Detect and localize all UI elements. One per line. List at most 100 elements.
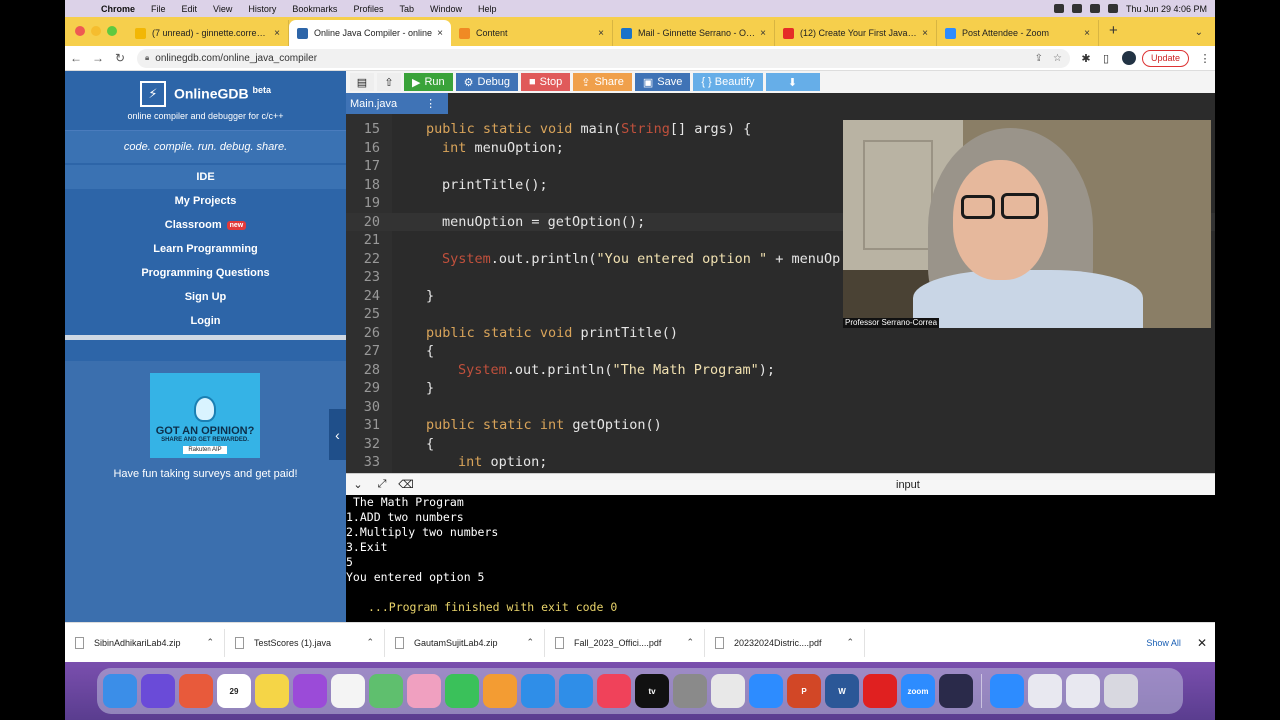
ad-banner[interactable]: GOT AN OPINION? SHARE AND GET REWARDED. … xyxy=(150,373,260,458)
reload-icon[interactable]: ↻ xyxy=(109,51,131,65)
omnibox[interactable]: 🔒︎ onlinegdb.com/online_java_compiler ⇪ … xyxy=(137,48,1070,68)
sidebar-item-ide[interactable]: IDE xyxy=(65,165,346,189)
close-shelf-icon[interactable]: ✕ xyxy=(1197,636,1215,650)
browser-tab[interactable]: Post Attendee - Zoom × xyxy=(937,20,1099,46)
close-tab-icon[interactable]: × xyxy=(1084,28,1090,39)
profile-avatar[interactable] xyxy=(1121,51,1136,65)
show-all-link[interactable]: Show All xyxy=(1130,638,1197,648)
brand-header[interactable]: ⚡︎ OnlineGDB beta online compiler and de… xyxy=(65,71,346,131)
close-tab-icon[interactable]: × xyxy=(274,28,280,39)
photos-icon[interactable] xyxy=(407,674,441,708)
zoom-meeting-icon[interactable] xyxy=(749,674,783,708)
appletv-icon[interactable]: tv xyxy=(635,674,669,708)
keynote-icon[interactable] xyxy=(521,674,555,708)
extensions-puzzle-icon[interactable]: ✱ xyxy=(1076,52,1096,65)
chevron-up-icon[interactable]: ⌃ xyxy=(846,637,854,648)
back-arrow-icon[interactable]: ← xyxy=(65,51,87,65)
share-page-icon[interactable]: ⇪ xyxy=(1035,53,1043,64)
notes-icon[interactable] xyxy=(255,674,289,708)
output-console[interactable]: The Math Program 1.ADD two numbers 2.Mul… xyxy=(346,495,1215,622)
menu-edit[interactable]: Edit xyxy=(174,4,206,14)
collapse-output-icon[interactable]: ⌄ xyxy=(346,478,370,491)
sidebar-item-classroom[interactable]: Classroom new xyxy=(65,213,346,237)
code-line[interactable]: 27 { xyxy=(346,342,1215,360)
wifi-icon[interactable] xyxy=(1053,4,1064,13)
podcasts-icon[interactable] xyxy=(293,674,327,708)
chrome-menu-icon[interactable]: ⋮ xyxy=(1195,52,1215,65)
url-text[interactable]: onlinegdb.com/online_java_compiler xyxy=(155,53,1024,64)
download-item[interactable]: GautamSujitLab4.zip ⌃ xyxy=(385,628,545,657)
maps-icon[interactable] xyxy=(369,674,403,708)
close-tab-icon[interactable]: × xyxy=(922,28,928,39)
close-window-icon[interactable] xyxy=(75,26,85,36)
search-icon[interactable] xyxy=(1107,4,1118,13)
stop-button[interactable]: ■ Stop xyxy=(520,73,571,91)
download-button[interactable]: ⬇ xyxy=(765,73,820,91)
chrome-icon[interactable] xyxy=(711,674,745,708)
chevron-up-icon[interactable]: ⌃ xyxy=(526,637,534,648)
close-tab-icon[interactable]: × xyxy=(760,28,766,39)
code-line[interactable]: 31 public static int getOption() xyxy=(346,416,1215,434)
code-line[interactable]: 28 System.out.println("The Math Program")… xyxy=(346,361,1215,379)
menu-profiles[interactable]: Profiles xyxy=(345,4,391,14)
menu-window[interactable]: Window xyxy=(422,4,470,14)
calendar-icon[interactable]: 29 xyxy=(217,674,251,708)
zoom-app-icon[interactable]: zoom xyxy=(901,674,935,708)
code-line[interactable]: 33 int option; xyxy=(346,453,1215,471)
upload-icon[interactable]: ⇧ xyxy=(377,73,401,91)
sidepanel-icon[interactable]: ▯ xyxy=(1096,52,1116,65)
menu-view[interactable]: View xyxy=(205,4,240,14)
chevron-up-icon[interactable]: ⌃ xyxy=(366,637,374,648)
siri-icon[interactable] xyxy=(141,674,175,708)
pages-icon[interactable] xyxy=(483,674,517,708)
browser-tab[interactable]: Content × xyxy=(451,20,613,46)
zoom-window-icon[interactable] xyxy=(107,26,117,36)
settings-icon[interactable] xyxy=(673,674,707,708)
menu-clock[interactable]: Thu Jun 29 4:06 PM xyxy=(1126,4,1207,14)
sidebar-item-programming-questions[interactable]: Programming Questions xyxy=(65,261,346,285)
menu-tab[interactable]: Tab xyxy=(391,4,422,14)
new-file-icon[interactable]: ▤ xyxy=(350,73,374,91)
expand-output-icon[interactable]: ⤢ xyxy=(370,478,394,491)
bluetooth-icon[interactable] xyxy=(1071,4,1082,13)
powerpoint-icon[interactable]: P xyxy=(787,674,821,708)
menu-bookmarks[interactable]: Bookmarks xyxy=(284,4,345,14)
tab-search-chevron-icon[interactable]: ⌄ xyxy=(1195,27,1215,46)
code-line[interactable]: 30 xyxy=(346,398,1215,416)
minimize-window-icon[interactable] xyxy=(91,26,101,36)
sidebar-item-sign-up[interactable]: Sign Up xyxy=(65,285,346,309)
close-tab-icon[interactable]: × xyxy=(437,28,443,39)
sidebar-item-login[interactable]: Login xyxy=(65,309,346,333)
facetime-icon[interactable] xyxy=(445,674,479,708)
close-tab-icon[interactable]: × xyxy=(598,28,604,39)
battery-icon[interactable] xyxy=(1089,4,1100,13)
sidebar-item-learn-programming[interactable]: Learn Programming xyxy=(65,237,346,261)
lock-icon[interactable]: 🔒︎ xyxy=(145,53,149,63)
ad-text[interactable]: Have fun taking surveys and get paid! xyxy=(65,467,346,482)
code-line[interactable]: 29} xyxy=(346,379,1215,397)
browser-tab[interactable]: Mail - Ginnette Serrano - Outlo × xyxy=(613,20,775,46)
zoom-minimized-icon[interactable] xyxy=(990,674,1024,708)
trash-icon[interactable] xyxy=(1104,674,1138,708)
chevron-up-icon[interactable]: ⌃ xyxy=(686,637,694,648)
launchpad-icon[interactable] xyxy=(179,674,213,708)
menu-history[interactable]: History xyxy=(240,4,284,14)
forward-arrow-icon[interactable]: → xyxy=(87,51,109,65)
download-item[interactable]: 20232024Distric....pdf ⌃ xyxy=(705,628,865,657)
word-icon[interactable]: W xyxy=(825,674,859,708)
menu-chrome[interactable]: Chrome xyxy=(93,4,143,14)
bookmark-star-icon[interactable]: ☆ xyxy=(1053,53,1062,64)
blackboard-icon[interactable] xyxy=(939,674,973,708)
file-tab-main-java[interactable]: Main.java ⋮ xyxy=(346,93,449,114)
reminders-icon[interactable] xyxy=(331,674,365,708)
collapse-sidebar-chevron-icon[interactable]: ‹ xyxy=(329,409,346,460)
clear-output-icon[interactable]: ⌫ xyxy=(394,478,418,491)
browser-tab[interactable]: (7 unread) - ginnette.correa@ × xyxy=(127,20,289,46)
acrobat-icon[interactable] xyxy=(863,674,897,708)
window-thumb-1-icon[interactable] xyxy=(1028,674,1062,708)
save-button[interactable]: ▣ Save xyxy=(634,73,691,91)
music-icon[interactable] xyxy=(597,674,631,708)
sidebar-item-my-projects[interactable]: My Projects xyxy=(65,189,346,213)
chevron-up-icon[interactable]: ⌃ xyxy=(206,637,214,648)
browser-tab[interactable]: (12) Create Your First Java Pro × xyxy=(775,20,937,46)
